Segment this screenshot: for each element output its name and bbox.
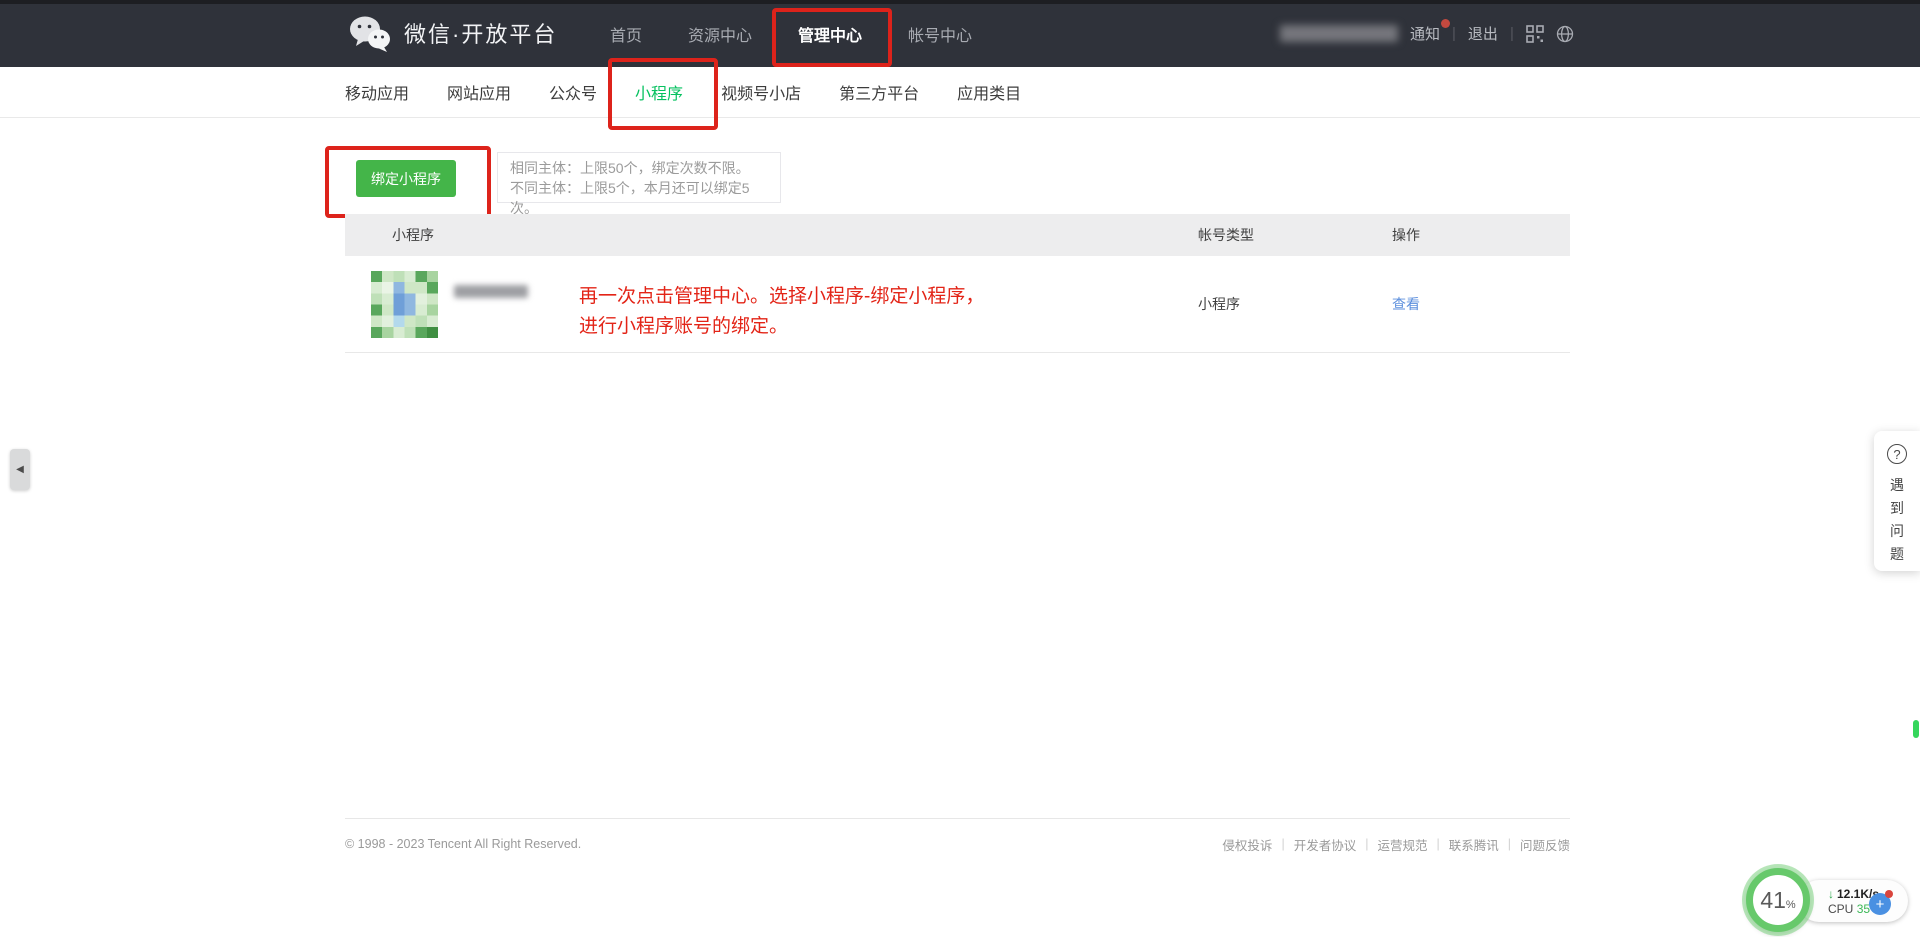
qr-code-icon[interactable] (1526, 25, 1544, 43)
help-char: 题 (1890, 543, 1904, 566)
help-char: 问 (1890, 520, 1904, 543)
wechat-open-platform-page: 微信·开放平台 首页 资源中心 管理中心 帐号中心 通知 | 退出 | (0, 0, 1920, 937)
bind-mini-program-button[interactable]: 绑定小程序 (356, 160, 456, 197)
mini-program-table: 小程序 帐号类型 操作 再一次点击管理中心。 (345, 214, 1570, 353)
tab-official-account[interactable]: 公众号 (549, 80, 597, 104)
footer-separator: | (1365, 837, 1368, 851)
annotation-text-line2: 进行小程序账号的绑定。 (579, 312, 984, 342)
notification-badge-dot (1441, 19, 1450, 28)
column-header-action: 操作 (1392, 225, 1512, 245)
column-header-mini-program: 小程序 (345, 225, 1198, 245)
header-separator: | (1510, 25, 1514, 42)
download-speed: ↓ 12.1K/s (1828, 887, 1908, 901)
footer-separator: | (1436, 837, 1439, 851)
scrollbar-green-marker[interactable] (1913, 720, 1919, 738)
nav-account-center[interactable]: 帐号中心 (908, 22, 972, 46)
footer-separator: | (1508, 837, 1511, 851)
app-icon-mosaic (371, 271, 438, 338)
bind-limit-tip-line1: 相同主体：上限50个，绑定次数不限。 (510, 158, 768, 178)
cpu-label: CPU (1828, 902, 1853, 916)
tab-channels-shop[interactable]: 视频号小店 (721, 80, 801, 104)
notifications-label: 通知 (1410, 26, 1440, 43)
gauge-value: 41 (1760, 887, 1786, 914)
footer-separator: | (1281, 837, 1284, 851)
footer-link-feedback[interactable]: 问题反馈 (1520, 835, 1570, 854)
tab-mini-program[interactable]: 小程序 (635, 80, 683, 104)
brand-title: 微信·开放平台 (404, 17, 557, 49)
cpu-status: CPU 35℃ (1828, 902, 1908, 916)
collapse-arrow-icon: ◀ (16, 464, 24, 475)
table-row: 再一次点击管理中心。选择小程序-绑定小程序， 进行小程序账号的绑定。 小程序 查… (345, 256, 1570, 353)
username-blurred[interactable] (1280, 25, 1398, 42)
annotation-text-line1: 再一次点击管理中心。选择小程序-绑定小程序， (579, 282, 984, 312)
view-link[interactable]: 查看 (1392, 296, 1420, 312)
nav-home[interactable]: 首页 (610, 22, 642, 46)
app-name-blurred (454, 285, 528, 298)
help-feedback-panel[interactable]: ? 遇 到 问 题 (1874, 431, 1920, 571)
nav-resource-center[interactable]: 资源中心 (688, 22, 752, 46)
primary-nav: 首页 资源中心 管理中心 帐号中心 (610, 0, 972, 67)
bind-limit-tip: 相同主体：上限50个，绑定次数不限。 不同主体：上限5个，本月还可以绑定5次。 (497, 152, 781, 203)
plus-notification-dot (1885, 890, 1893, 898)
account-type-value: 小程序 (1198, 294, 1392, 314)
user-area: 通知 | 退出 | (1280, 0, 1574, 67)
wechat-logo-icon (348, 13, 392, 53)
footer-link-developer-agreement[interactable]: 开发者协议 (1294, 835, 1357, 854)
page-footer: © 1998 - 2023 Tencent All Right Reserved… (345, 818, 1570, 869)
footer-link-infringement[interactable]: 侵权投诉 (1222, 835, 1272, 854)
logout-link[interactable]: 退出 (1468, 23, 1498, 44)
header-separator: | (1452, 25, 1456, 42)
tab-mobile-app[interactable]: 移动应用 (345, 80, 409, 104)
nav-management-center[interactable]: 管理中心 (798, 22, 862, 46)
plus-icon: + (1876, 897, 1885, 912)
help-question-icon: ? (1887, 444, 1907, 464)
copyright-text: © 1998 - 2023 Tencent All Right Reserved… (345, 837, 581, 851)
globe-language-icon[interactable] (1556, 25, 1574, 43)
help-char: 到 (1890, 497, 1904, 520)
action-cell: 查看 (1392, 294, 1512, 314)
brand-logo[interactable]: 微信·开放平台 (348, 13, 557, 53)
network-cpu-pill[interactable]: ↓ 12.1K/s CPU 35℃ (1798, 880, 1908, 922)
footer-link-contact-tencent[interactable]: 联系腾讯 (1449, 835, 1499, 854)
gauge-unit: % (1786, 899, 1796, 911)
footer-links: 侵权投诉 | 开发者协议 | 运营规范 | 联系腾讯 | 问题反馈 (1222, 835, 1570, 854)
left-collapse-handle[interactable]: ◀ (10, 449, 30, 490)
footer-link-operation-rules[interactable]: 运营规范 (1377, 835, 1427, 854)
table-header-row: 小程序 帐号类型 操作 (345, 214, 1570, 256)
download-arrow-icon: ↓ (1828, 887, 1834, 901)
help-char: 遇 (1890, 474, 1904, 497)
tab-app-category[interactable]: 应用类目 (957, 80, 1021, 104)
tab-third-party-platform[interactable]: 第三方平台 (839, 80, 919, 104)
annotation-text-red: 再一次点击管理中心。选择小程序-绑定小程序， 进行小程序账号的绑定。 (579, 282, 984, 342)
notifications-link[interactable]: 通知 (1410, 23, 1440, 44)
secondary-nav: 移动应用 网站应用 公众号 小程序 视频号小店 第三方平台 应用类目 (0, 67, 1920, 118)
column-header-account-type: 帐号类型 (1198, 225, 1392, 245)
percentage-gauge[interactable]: 41 % (1746, 868, 1810, 932)
bind-limit-tip-line2: 不同主体：上限5个，本月还可以绑定5次。 (510, 178, 768, 218)
tab-website-app[interactable]: 网站应用 (447, 80, 511, 104)
top-header-bar: 微信·开放平台 首页 资源中心 管理中心 帐号中心 通知 | 退出 | (0, 0, 1920, 67)
